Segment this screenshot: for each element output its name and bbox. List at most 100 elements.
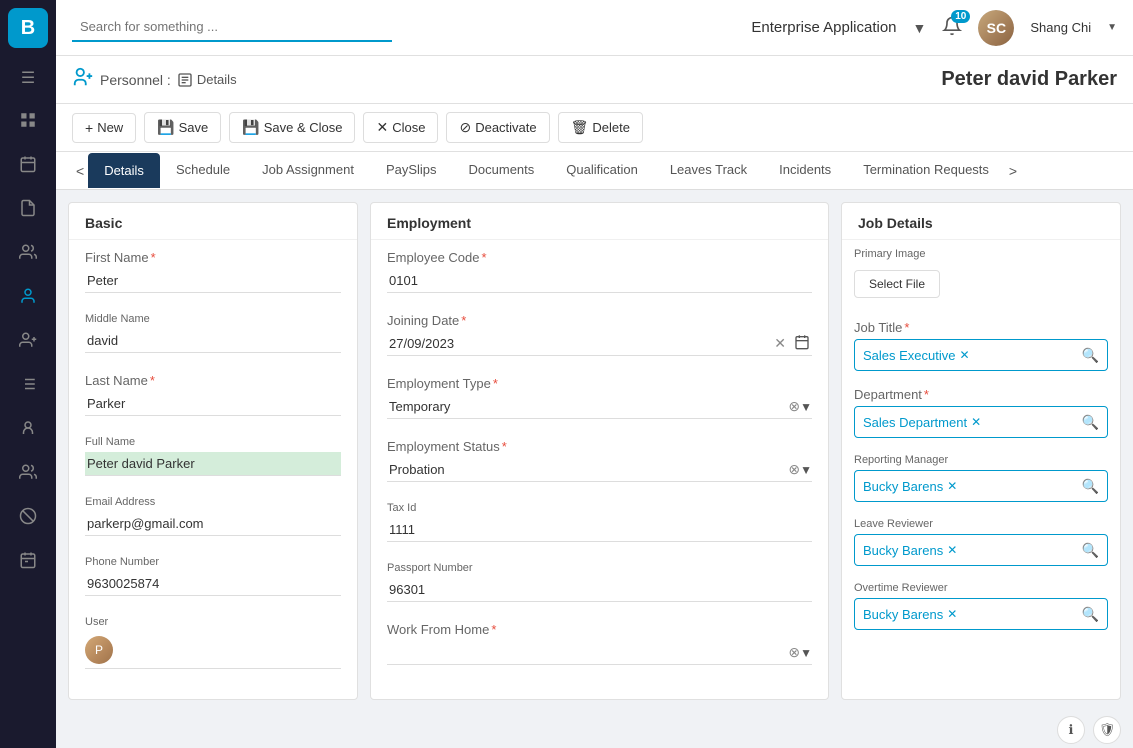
tab-leaves-track[interactable]: Leaves Track	[654, 152, 763, 189]
department-remove-button[interactable]: ✕	[971, 415, 981, 429]
reporting-manager-remove-button[interactable]: ✕	[947, 479, 957, 493]
sidebar-item-dashboard[interactable]	[8, 100, 48, 140]
delete-button[interactable]: 🗑 Delete	[558, 112, 643, 143]
wfh-dropdown-button[interactable]: ▼	[800, 646, 812, 660]
overtime-reviewer-input[interactable]: Bucky Barens ✕ 🔍	[854, 598, 1108, 630]
select-file-button[interactable]: Select File	[854, 270, 940, 298]
date-picker-button[interactable]	[792, 332, 812, 355]
joining-date-label: Joining Date*	[387, 313, 812, 328]
email-input[interactable]	[85, 512, 341, 536]
middle-name-field: Middle Name	[69, 303, 357, 363]
app-logo: B	[8, 8, 48, 48]
joining-date-input[interactable]	[387, 332, 768, 355]
tax-id-input[interactable]	[387, 518, 812, 542]
sidebar-item-schedule2[interactable]	[8, 540, 48, 580]
reporting-manager-input[interactable]: Bucky Barens ✕ 🔍	[854, 470, 1108, 502]
emp-status-dropdown-button[interactable]: ▼	[800, 463, 812, 477]
employment-title: Employment	[371, 203, 828, 240]
emp-type-input[interactable]	[387, 395, 788, 418]
emp-type-dropdown-button[interactable]: ▼	[800, 400, 812, 414]
sidebar-item-users[interactable]	[8, 320, 48, 360]
emp-code-input[interactable]	[387, 269, 812, 293]
sidebar-item-cancel[interactable]	[8, 496, 48, 536]
user-menu-chevron[interactable]: ▼	[1107, 22, 1117, 33]
passport-label: Passport Number	[387, 562, 812, 574]
notification-bell[interactable]: 10	[942, 16, 962, 39]
passport-input[interactable]	[387, 578, 812, 602]
leave-reviewer-search-button[interactable]: 🔍	[1082, 542, 1099, 559]
first-name-field: First Name*	[69, 240, 357, 303]
sidebar-item-people-settings[interactable]	[8, 452, 48, 492]
department-input[interactable]: Sales Department ✕ 🔍	[854, 406, 1108, 438]
close-button[interactable]: ✕ Close	[363, 112, 438, 143]
filter-icon[interactable]: ▼	[913, 20, 927, 36]
first-name-input[interactable]	[85, 269, 341, 293]
date-clear-button[interactable]: ✕	[772, 333, 788, 354]
wfh-clear-button[interactable]: ⊗	[788, 644, 800, 661]
tab-incidents[interactable]: Incidents	[763, 152, 847, 189]
emp-status-clear-button[interactable]: ⊗	[788, 461, 800, 478]
leave-reviewer-value: Bucky Barens	[863, 543, 943, 558]
reporting-manager-label: Reporting Manager	[854, 454, 1108, 466]
last-name-label: Last Name*	[85, 373, 341, 388]
hamburger-icon[interactable]: ☰	[13, 60, 43, 96]
tab-prev-button[interactable]: <	[72, 155, 88, 187]
middle-name-input[interactable]	[85, 329, 341, 353]
tab-documents[interactable]: Documents	[453, 152, 551, 189]
user-name: Shang Chi	[1030, 20, 1091, 35]
user-avatar: P	[85, 636, 113, 664]
overtime-reviewer-search-button[interactable]: 🔍	[1082, 606, 1099, 623]
search-input[interactable]	[72, 13, 392, 42]
overtime-reviewer-remove-button[interactable]: ✕	[947, 607, 957, 621]
emp-status-input[interactable]	[387, 458, 788, 481]
info-icon-button[interactable]: ℹ	[1057, 716, 1085, 744]
job-title-search-button[interactable]: 🔍	[1082, 347, 1099, 364]
main-content: Enterprise Application ▼ 10 SC Shang Chi…	[56, 0, 1133, 748]
emp-code-label: Employee Code*	[387, 250, 812, 265]
tab-schedule[interactable]: Schedule	[160, 152, 246, 189]
toolbar: + New 💾 Save 💾 Save & Close ✕ Close ⊘ De…	[56, 104, 1133, 152]
tab-payslips[interactable]: PaySlips	[370, 152, 453, 189]
tab-next-button[interactable]: >	[1005, 155, 1021, 187]
sidebar-item-calendar[interactable]	[8, 144, 48, 184]
sidebar-item-team[interactable]	[8, 232, 48, 272]
wfh-input[interactable]	[387, 641, 788, 664]
primary-image-field: Primary Image Select File	[842, 240, 1120, 312]
deactivate-button[interactable]: ⊘ Deactivate	[446, 112, 549, 143]
save-close-button[interactable]: 💾 Save & Close	[229, 112, 355, 143]
last-name-input[interactable]	[85, 392, 341, 416]
close-icon: ✕	[376, 119, 388, 136]
shield-icon-button[interactable]: 🛡	[1093, 716, 1121, 744]
emp-type-wrapper: ⊗ ▼	[387, 395, 812, 419]
job-title-value: Sales Executive	[863, 348, 956, 363]
job-title-remove-button[interactable]: ✕	[960, 348, 970, 362]
new-icon: +	[85, 120, 93, 136]
sidebar-item-list[interactable]	[8, 364, 48, 404]
leave-reviewer-input[interactable]: Bucky Barens ✕ 🔍	[854, 534, 1108, 566]
tab-termination[interactable]: Termination Requests	[847, 152, 1005, 189]
middle-name-label: Middle Name	[85, 313, 341, 325]
new-button[interactable]: + New	[72, 113, 136, 143]
phone-input[interactable]	[85, 572, 341, 596]
sidebar-item-reports[interactable]	[8, 188, 48, 228]
leave-reviewer-remove-button[interactable]: ✕	[947, 543, 957, 557]
tab-details[interactable]: Details	[88, 153, 160, 188]
tab-job-assignment[interactable]: Job Assignment	[246, 152, 370, 189]
overtime-reviewer-field: Overtime Reviewer Bucky Barens ✕ 🔍	[842, 574, 1120, 638]
breadcrumb-detail: Details	[177, 72, 237, 88]
tab-qualification[interactable]: Qualification	[550, 152, 654, 189]
avatar: SC	[978, 10, 1014, 46]
job-title-input[interactable]: Sales Executive ✕ 🔍	[854, 339, 1108, 371]
content-area: Basic First Name* Middle Name Last Name*…	[56, 190, 1133, 712]
search-box[interactable]	[72, 13, 392, 42]
reporting-manager-search-button[interactable]: 🔍	[1082, 478, 1099, 495]
emp-type-clear-button[interactable]: ⊗	[788, 398, 800, 415]
emp-status-wrapper: ⊗ ▼	[387, 458, 812, 482]
save-button[interactable]: 💾 Save	[144, 112, 221, 143]
header-right: Enterprise Application ▼ 10 SC Shang Chi…	[751, 10, 1117, 46]
department-search-button[interactable]: 🔍	[1082, 414, 1099, 431]
sidebar-item-person[interactable]	[8, 276, 48, 316]
sidebar-item-profile[interactable]	[8, 408, 48, 448]
emp-status-label: Employment Status*	[387, 439, 812, 454]
emp-code-field: Employee Code*	[371, 240, 828, 303]
